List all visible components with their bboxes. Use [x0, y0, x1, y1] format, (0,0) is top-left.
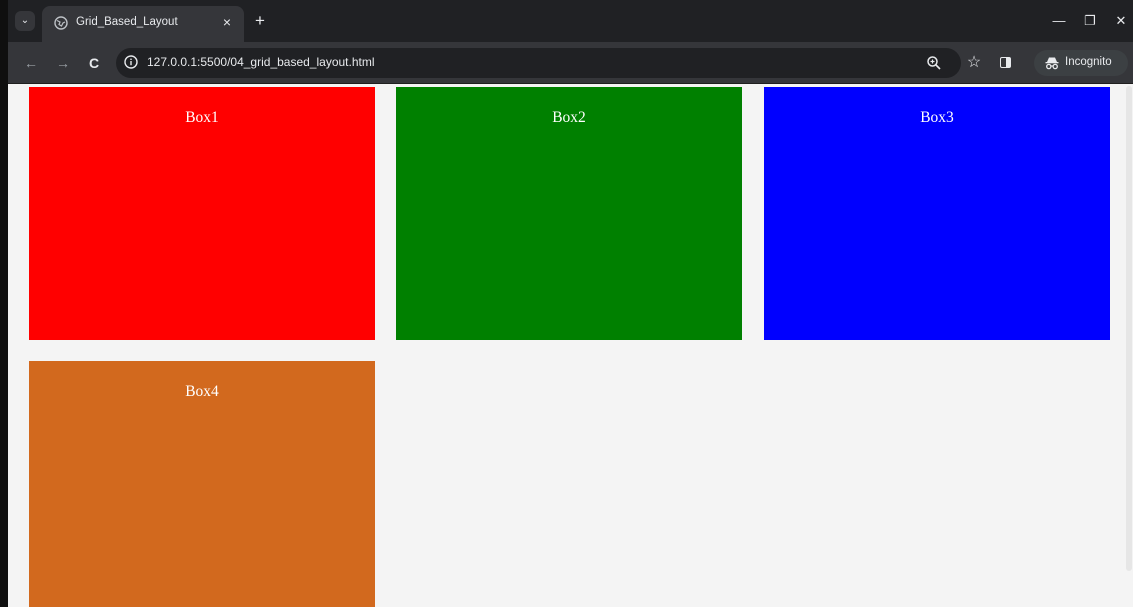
tab-title: Grid_Based_Layout [76, 16, 178, 28]
browser-toolbar: ← → C 127.0.0.1:5500/04_grid_based_layou… [8, 42, 1133, 84]
incognito-icon [1045, 57, 1059, 70]
tab-strip: ⌄ Grid_Based_Layout × + — ❐ ✕ [8, 0, 1133, 42]
page-viewport: Box1 Box2 Box3 Box4 [8, 84, 1133, 607]
tab-search-button[interactable]: ⌄ [15, 11, 35, 31]
box-label: Box2 [552, 109, 586, 126]
grid-box-4: Box4 [29, 361, 375, 607]
new-tab-button[interactable]: + [250, 11, 270, 31]
site-info-icon[interactable] [124, 55, 138, 69]
zoom-in-icon[interactable] [926, 55, 942, 71]
side-panel-icon[interactable] [1000, 57, 1011, 68]
url-text[interactable]: 127.0.0.1:5500/04_grid_based_layout.html [147, 55, 375, 69]
globe-icon [54, 16, 68, 30]
tab-close-button[interactable]: × [218, 13, 236, 31]
back-button[interactable]: ← [21, 53, 41, 73]
scrollbar-thumb[interactable] [1126, 86, 1132, 571]
forward-button[interactable]: → [53, 53, 73, 73]
incognito-badge[interactable]: Incognito [1034, 50, 1128, 76]
box-label: Box3 [920, 109, 954, 126]
close-window-button[interactable]: ✕ [1110, 11, 1132, 31]
minimize-button[interactable]: — [1048, 11, 1070, 31]
browser-window: ⌄ Grid_Based_Layout × + — ❐ ✕ ← → C 127.… [0, 0, 1133, 607]
vertical-scrollbar[interactable] [1125, 84, 1133, 607]
address-bar[interactable]: 127.0.0.1:5500/04_grid_based_layout.html [116, 48, 961, 78]
box-label: Box1 [185, 109, 219, 126]
grid-box-3: Box3 [764, 87, 1110, 340]
grid-box-1: Box1 [29, 87, 375, 340]
tab-active[interactable]: Grid_Based_Layout × [42, 6, 244, 42]
restore-button[interactable]: ❐ [1079, 11, 1101, 31]
browser-menu-button[interactable]: ⋮ [1127, 53, 1133, 73]
bookmark-star-icon[interactable]: ☆ [966, 55, 982, 71]
incognito-label: Incognito [1065, 56, 1112, 68]
grid-box-2: Box2 [396, 87, 742, 340]
box-label: Box4 [185, 383, 219, 400]
reload-button[interactable]: C [84, 53, 104, 73]
